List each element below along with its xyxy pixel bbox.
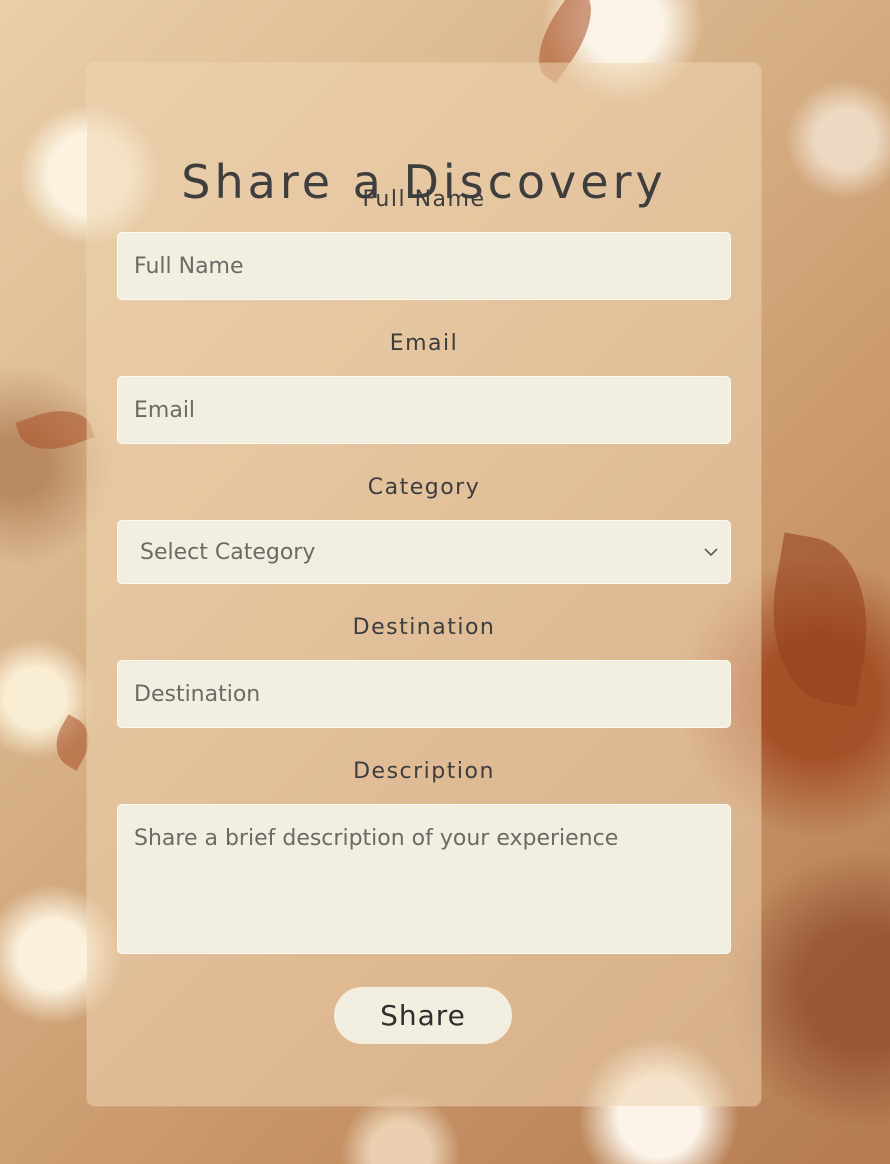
full-name-label: Full Name [362, 187, 486, 212]
description-label: Description [353, 759, 495, 784]
description-placeholder: Share a brief description of your experi… [134, 826, 619, 851]
share-button[interactable]: Share [334, 987, 512, 1044]
description-textarea[interactable]: Share a brief description of your experi… [117, 804, 731, 954]
background-leaf [756, 532, 884, 708]
discovery-form-card: Share a Discovery Full Name Full Name Em… [87, 63, 761, 1106]
category-select[interactable]: Select Category [117, 520, 731, 584]
full-name-placeholder: Full Name [134, 253, 244, 279]
email-label: Email [389, 331, 459, 356]
destination-input[interactable]: Destination [117, 660, 731, 728]
destination-label: Destination [352, 615, 496, 640]
email-placeholder: Email [134, 397, 196, 423]
category-label: Category [367, 475, 481, 500]
email-input[interactable]: Email [117, 376, 731, 444]
full-name-input[interactable]: Full Name [117, 232, 731, 300]
chevron-down-icon [702, 543, 720, 561]
category-selected-value: Select Category [140, 539, 316, 565]
background-leaf [15, 399, 95, 461]
destination-placeholder: Destination [134, 681, 261, 707]
